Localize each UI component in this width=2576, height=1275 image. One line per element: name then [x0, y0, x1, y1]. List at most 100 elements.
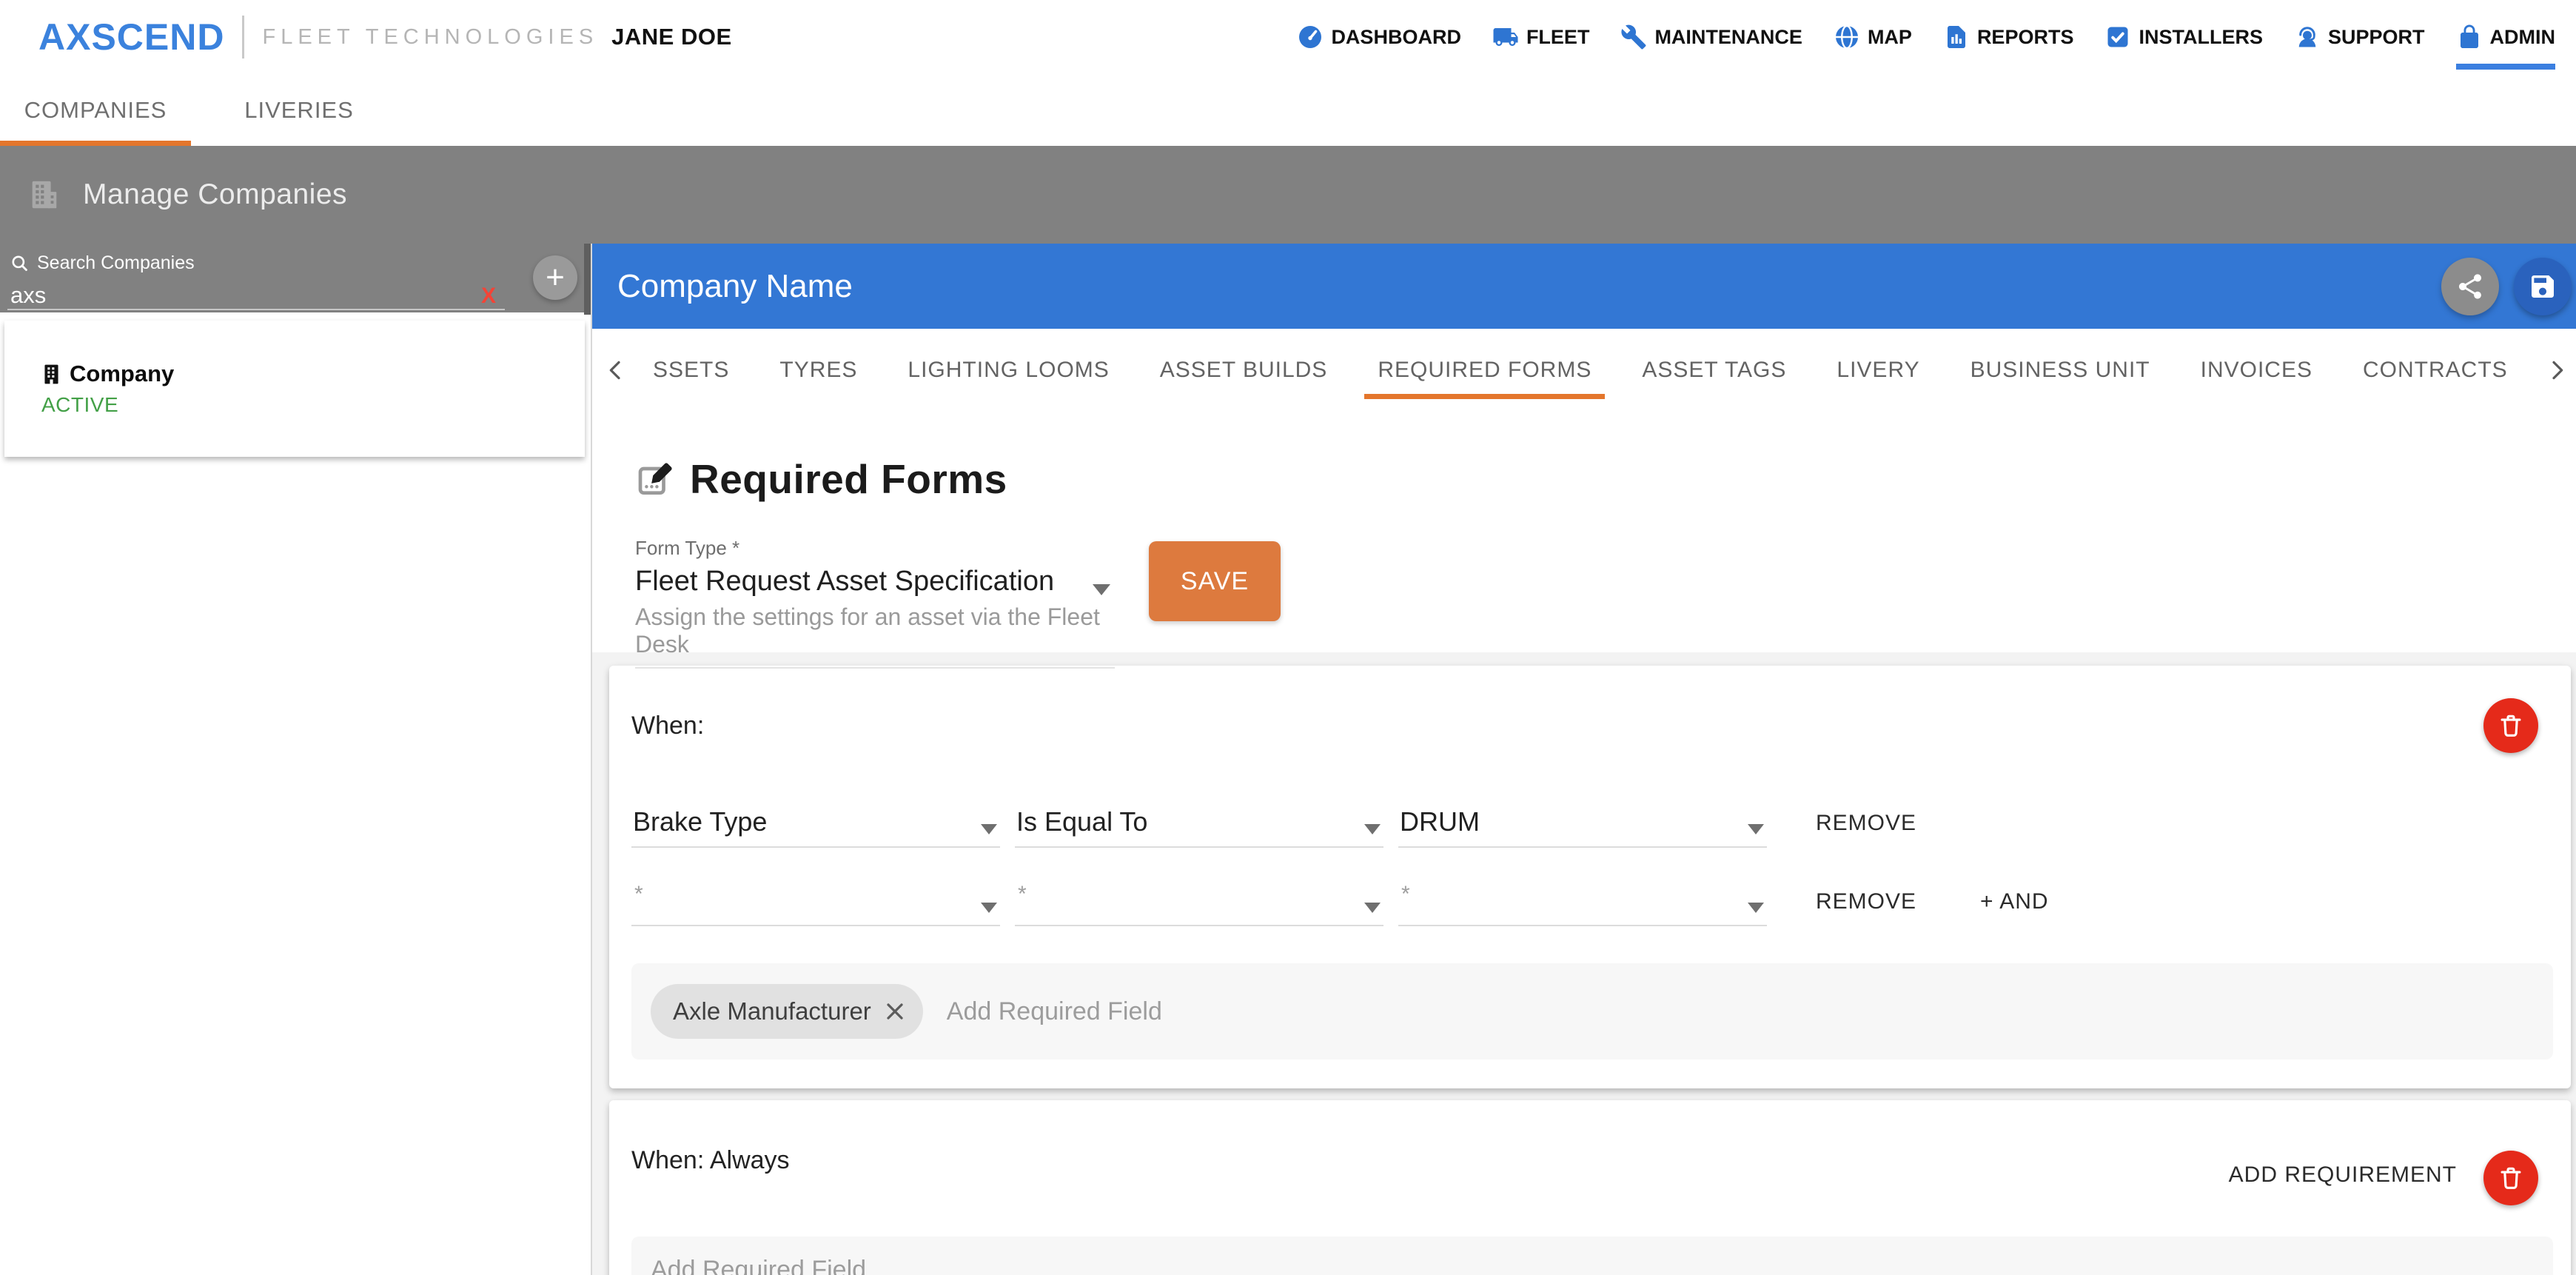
nav-label: REPORTS — [1977, 26, 2074, 49]
nav-map[interactable]: MAP — [1834, 0, 1912, 74]
report-icon — [1943, 24, 1970, 50]
required-mark: * — [732, 537, 739, 559]
condition-field-select[interactable]: * — [631, 871, 1000, 926]
tab-label: LIVERIES — [244, 97, 354, 124]
add-company-button[interactable]: + — [533, 255, 577, 300]
tab-asset-tags[interactable]: ASSET TAGS — [1629, 329, 1799, 411]
nav-label: DASHBOARD — [1331, 26, 1461, 49]
sidebar-scrollbar[interactable] — [584, 244, 591, 315]
tab-label: REQUIRED FORMS — [1378, 358, 1591, 383]
label-text: Form Type — [635, 537, 727, 559]
search-input[interactable]: axs — [10, 282, 46, 309]
tab-required-forms[interactable]: REQUIRED FORMS — [1364, 329, 1605, 411]
tab-label: ASSET TAGS — [1642, 358, 1786, 383]
page: AXSCEND FLEET TECHNOLOGIES JANE DOE DASH… — [0, 0, 2576, 1275]
required-mark: * — [1018, 882, 1027, 907]
form-type-select[interactable]: Form Type * Fleet Request Asset Specific… — [635, 537, 1115, 669]
delete-rule-button[interactable] — [2483, 1151, 2538, 1205]
brand-tagline: FLEET TECHNOLOGIES — [262, 25, 598, 50]
clear-search-button[interactable]: X — [481, 284, 496, 309]
tab-label: COMPANIES — [24, 97, 167, 124]
app-header: AXSCEND FLEET TECHNOLOGIES JANE DOE DASH… — [0, 0, 2576, 74]
rules-area: When: Brake Type Is Equal To — [592, 652, 2576, 1275]
dropdown-arrow-icon — [981, 824, 997, 834]
section-title: Required Forms — [690, 455, 1007, 503]
dashboard-icon — [1297, 24, 1324, 50]
required-mark: * — [1401, 882, 1410, 907]
top-nav: DASHBOARD FLEET MAINTENANCE MAP REPORTS … — [1297, 0, 2555, 74]
tab-business-unit[interactable]: BUSINESS UNIT — [1957, 329, 2164, 411]
tab-tyres[interactable]: TYRES — [766, 329, 871, 411]
company-list-item[interactable]: Company ACTIVE — [4, 321, 585, 457]
condition-operator-select[interactable]: Is Equal To — [1015, 793, 1383, 848]
add-required-field-placeholder: Add Required Field — [947, 997, 1162, 1026]
chevron-right-icon[interactable] — [2545, 358, 2569, 382]
nav-label: MAP — [1868, 26, 1912, 49]
dropdown-arrow-icon — [1093, 584, 1110, 595]
wrench-icon — [1620, 24, 1647, 50]
dropdown-arrow-icon — [1748, 903, 1764, 913]
share-button[interactable] — [2441, 258, 2499, 315]
add-required-field-placeholder: Add Required Field — [651, 1256, 866, 1275]
nav-fleet[interactable]: FLEET — [1492, 0, 1590, 74]
tab-asset-builds[interactable]: ASSET BUILDS — [1147, 329, 1341, 411]
form-type-label: Form Type * — [635, 537, 1115, 560]
rule-card-header: When: — [631, 698, 2553, 753]
condition-value-select[interactable]: DRUM — [1398, 793, 1767, 848]
nav-maintenance[interactable]: MAINTENANCE — [1620, 0, 1802, 74]
search-label-row: Search Companies — [10, 252, 591, 274]
tab-lighting-looms[interactable]: LIGHTING LOOMS — [894, 329, 1122, 411]
chevron-left-icon[interactable] — [604, 358, 628, 382]
required-fields-input[interactable]: Axle Manufacturer Add Required Field — [631, 963, 2553, 1060]
checkbox-icon — [2104, 24, 2131, 50]
admin-tabs: COMPANIES LIVERIES — [0, 74, 2576, 146]
globe-icon — [1834, 24, 1860, 50]
tab-label: SSETS — [653, 358, 729, 383]
body: Search Companies axs X + Company ACTIVE … — [0, 244, 2576, 1275]
nav-label: MAINTENANCE — [1654, 26, 1802, 49]
page-banner: Manage Companies — [0, 146, 2576, 244]
condition-value-select[interactable]: * — [1398, 871, 1767, 926]
tab-contracts[interactable]: CONTRACTS — [2349, 329, 2521, 411]
add-requirement-button[interactable]: ADD REQUIREMENT — [2229, 1162, 2457, 1188]
company-name: Company — [70, 361, 174, 387]
remove-condition-button[interactable]: REMOVE — [1816, 889, 1916, 914]
nav-dashboard[interactable]: DASHBOARD — [1297, 0, 1461, 74]
rule-card-always: When: Always ADD REQUIREMENT Add Require… — [609, 1100, 2571, 1275]
required-forms-section: Required Forms Form Type * Fleet Request… — [592, 411, 2576, 652]
search-icon — [10, 254, 30, 273]
tab-label: LIGHTING LOOMS — [908, 358, 1109, 383]
tab-companies[interactable]: COMPANIES — [0, 74, 191, 146]
condition-operator-select[interactable]: * — [1015, 871, 1383, 926]
remove-condition-button[interactable]: REMOVE — [1816, 811, 1916, 836]
nav-label: FLEET — [1526, 26, 1590, 49]
form-type-row: Form Type * Fleet Request Asset Specific… — [635, 537, 2576, 669]
building-icon — [40, 363, 63, 386]
tab-liveries[interactable]: LIVERIES — [221, 74, 378, 146]
save-company-button[interactable] — [2514, 258, 2572, 315]
select-value: Is Equal To — [1016, 806, 1147, 837]
company-title: Company Name — [617, 268, 853, 305]
save-button[interactable]: SAVE — [1149, 541, 1281, 621]
trash-icon — [2497, 1164, 2525, 1192]
nav-installers[interactable]: INSTALLERS — [2104, 0, 2263, 74]
company-search[interactable]: Search Companies axs X + — [0, 244, 591, 312]
headset-icon — [2294, 24, 2321, 50]
brand: AXSCEND FLEET TECHNOLOGIES JANE DOE — [38, 16, 732, 58]
tab-invoices[interactable]: INVOICES — [2187, 329, 2326, 411]
nav-admin[interactable]: ADMIN — [2456, 0, 2556, 74]
form-type-helper: Assign the settings for an asset via the… — [635, 603, 1115, 658]
chip-close-icon[interactable] — [882, 998, 908, 1025]
when-label: When: — [631, 712, 704, 740]
delete-rule-button[interactable] — [2483, 698, 2538, 753]
condition-field-select[interactable]: Brake Type — [631, 793, 1000, 848]
tab-label: BUSINESS UNIT — [1970, 358, 2150, 383]
tab-livery[interactable]: LIVERY — [1823, 329, 1933, 411]
company-status-badge: ACTIVE — [41, 393, 585, 417]
required-fields-input[interactable]: Add Required Field — [631, 1236, 2553, 1275]
nav-reports[interactable]: REPORTS — [1943, 0, 2074, 74]
tab-assets[interactable]: SSETS — [640, 329, 742, 411]
add-and-condition-button[interactable]: + AND — [1980, 889, 2049, 914]
rule-card-header: When: Always ADD REQUIREMENT — [631, 1133, 2553, 1205]
nav-support[interactable]: SUPPORT — [2294, 0, 2425, 74]
